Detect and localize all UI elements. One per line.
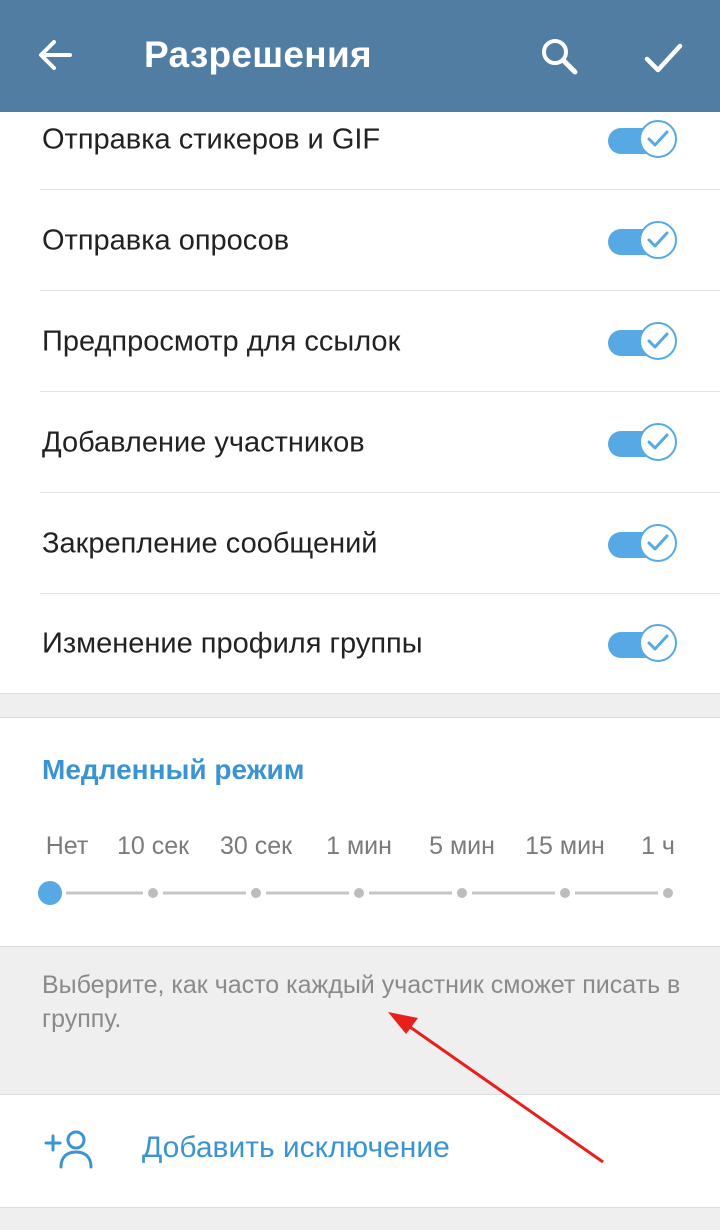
- toggle-switch[interactable]: [606, 119, 678, 160]
- permission-label: Изменение профиля группы: [42, 627, 423, 659]
- permission-row-change-info[interactable]: Изменение профиля группы: [0, 593, 720, 694]
- checkmark-icon[interactable]: [638, 33, 688, 83]
- permission-row-add-members[interactable]: Добавление участников: [0, 392, 720, 493]
- slider-option-label[interactable]: 30 сек: [220, 832, 292, 861]
- slow-mode-section: Медленный режим Нет 10 сек 30 сек 1 мин …: [0, 717, 720, 947]
- toggle-switch[interactable]: [606, 422, 678, 463]
- arrow-left-icon[interactable]: [30, 30, 80, 80]
- permission-label: Отправка стикеров и GIF: [42, 123, 381, 155]
- page-title: Разрешения: [144, 34, 372, 75]
- slider-step-dot: [148, 888, 158, 898]
- slider-step-dot: [560, 888, 570, 898]
- permission-label: Закрепление сообщений: [42, 527, 378, 559]
- slider-thumb: [38, 881, 62, 905]
- slider-option-label[interactable]: 5 мин: [429, 832, 495, 861]
- slider-option-label[interactable]: 10 сек: [117, 832, 189, 861]
- toggle-switch[interactable]: [606, 523, 678, 564]
- slider-option-label[interactable]: 1 мин: [326, 832, 392, 861]
- slider-step-dot: [251, 888, 261, 898]
- slider-step-dot: [663, 888, 673, 898]
- permission-row-pin-messages[interactable]: Закрепление сообщений: [0, 493, 720, 594]
- permission-row-link-previews[interactable]: Предпросмотр для ссылок: [0, 291, 720, 392]
- slow-mode-hint: Выберите, как часто каждый участник смож…: [42, 971, 681, 1033]
- permission-label: Добавление участников: [42, 426, 365, 458]
- slider-step-dot: [354, 888, 364, 898]
- slider-option-label[interactable]: 15 мин: [525, 832, 605, 861]
- permissions-list: Отправка стикеров и GIF Отправка опросов…: [0, 112, 720, 694]
- permission-row-polls[interactable]: Отправка опросов: [0, 190, 720, 291]
- toggle-switch[interactable]: [606, 623, 678, 664]
- toggle-switch[interactable]: [606, 220, 678, 261]
- slider-option-label[interactable]: Нет: [46, 832, 89, 861]
- toggle-switch[interactable]: [606, 321, 678, 362]
- slow-mode-title: Медленный режим: [42, 754, 305, 785]
- permission-label: Отправка опросов: [42, 224, 290, 256]
- toolbar: Разрешения: [0, 0, 720, 112]
- add-exception-label: Добавить исключение: [142, 1131, 450, 1164]
- add-exception-button[interactable]: Добавить исключение: [0, 1094, 720, 1208]
- slider-option-label[interactable]: 1 ч: [641, 832, 675, 861]
- search-icon[interactable]: [536, 33, 582, 79]
- slow-mode-slider[interactable]: [0, 878, 720, 908]
- add-user-icon: [44, 1129, 96, 1169]
- permission-label: Предпросмотр для ссылок: [42, 325, 401, 357]
- slider-step-dot: [457, 888, 467, 898]
